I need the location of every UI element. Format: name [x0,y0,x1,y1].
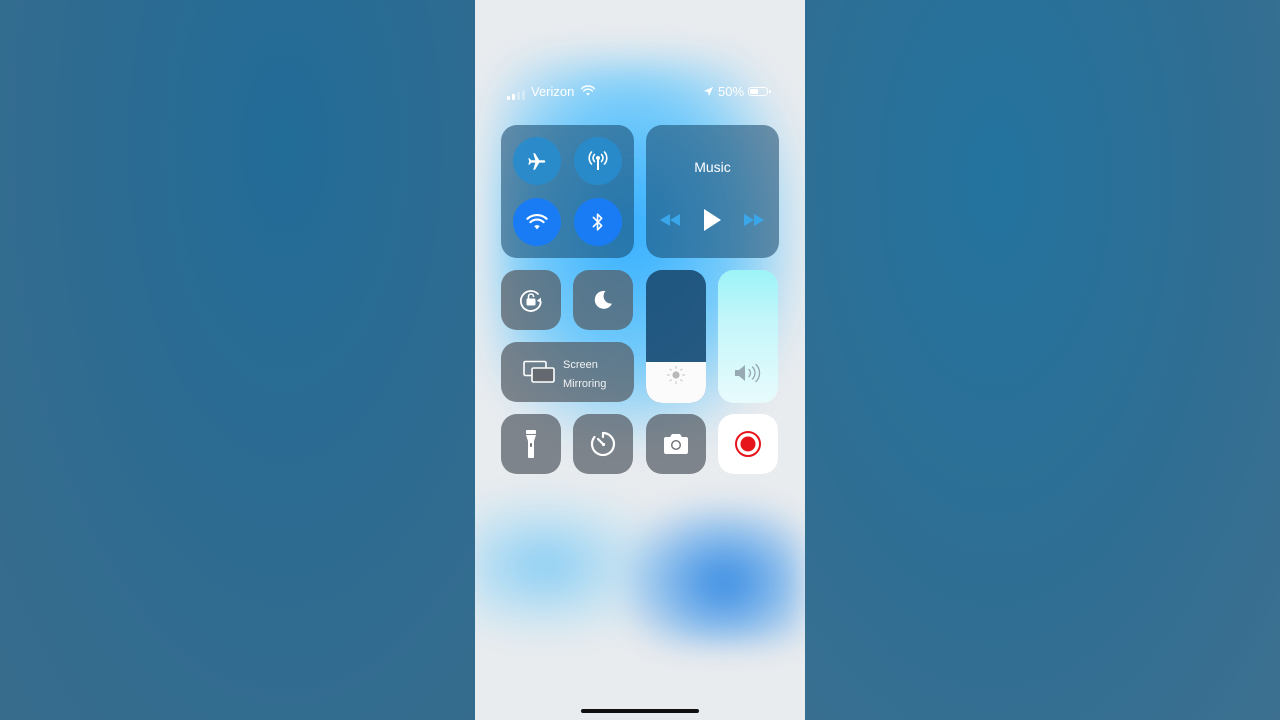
fast-forward-button[interactable] [742,208,766,232]
flashlight-button[interactable] [501,414,561,474]
flashlight-icon [526,430,536,458]
screen-mirroring-label-line1: Screen [563,359,598,371]
blurred-background-right [805,0,1280,720]
camera-button[interactable] [646,414,706,474]
home-indicator[interactable] [581,709,699,713]
wifi-toggle[interactable] [513,198,561,246]
battery-icon [748,87,771,96]
speaker-icon [718,362,778,384]
cellular-antenna-icon [588,151,608,170]
brightness-sun-icon [646,365,706,385]
music-title: Music [694,159,731,175]
play-icon [704,209,721,231]
timer-button[interactable] [573,414,633,474]
airplane-icon [528,153,546,170]
record-icon [735,431,761,457]
rewind-button[interactable] [658,208,682,232]
brightness-slider[interactable] [646,270,706,403]
cellular-data-toggle[interactable] [574,137,622,185]
fast-forward-icon [744,214,764,226]
wifi-icon [526,214,548,230]
signal-strength-icon [507,90,525,100]
control-center: Verizon 50% Music Screen Mirroring [475,0,805,720]
blurred-background-left [0,0,475,720]
screen-mirroring-icon [523,360,555,383]
rewind-icon [660,214,680,226]
location-arrow-icon [703,86,714,97]
moon-icon [594,290,612,309]
battery-percentage: 50% [718,84,745,99]
screen-recording-button[interactable] [718,414,778,474]
carrier-name: Verizon [531,84,575,99]
rotation-lock-icon [519,290,542,312]
screen-mirroring-label: Screen Mirroring [563,356,606,394]
airplane-mode-toggle[interactable] [513,137,561,185]
connectivity-module[interactable] [501,125,634,258]
music-player-module[interactable]: Music [646,125,779,258]
play-button[interactable] [700,208,724,232]
bluetooth-icon [592,213,603,231]
camera-icon [664,434,688,454]
timer-icon [590,431,616,457]
orientation-lock-toggle[interactable] [501,270,561,330]
background-blur [625,505,805,645]
do-not-disturb-toggle[interactable] [573,270,633,330]
volume-slider[interactable] [718,270,778,403]
wifi-icon [581,85,595,96]
bluetooth-toggle[interactable] [574,198,622,246]
screen-mirroring-label-line2: Mirroring [563,378,607,390]
screen-mirroring-button[interactable]: Screen Mirroring [501,342,634,402]
status-bar: Verizon 50% [475,84,805,100]
